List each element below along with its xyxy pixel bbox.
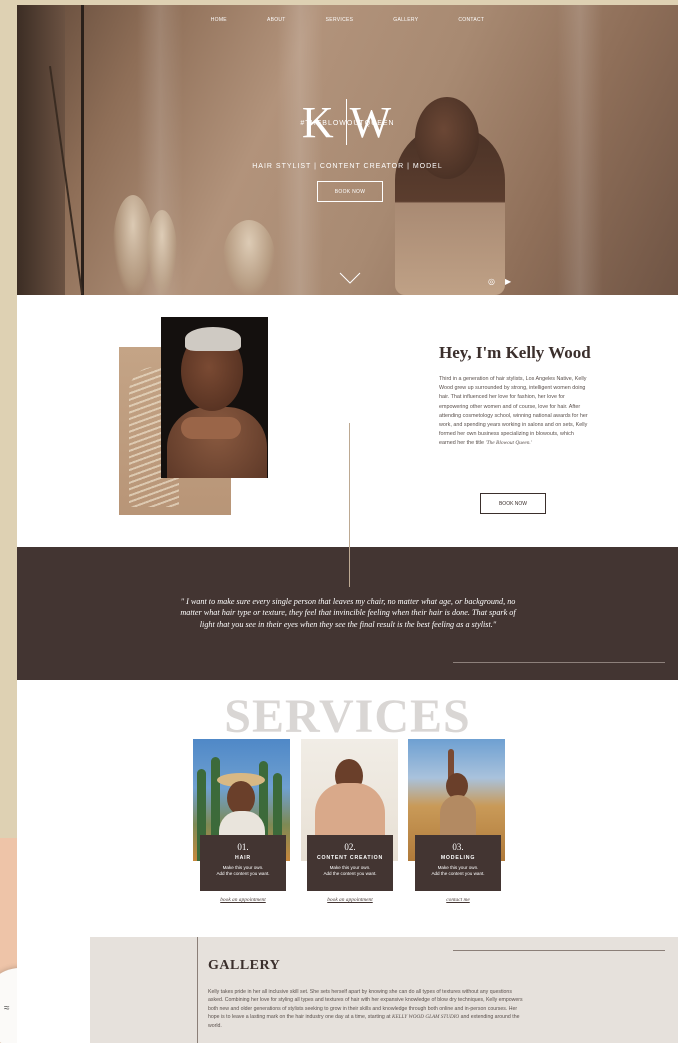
hero-light-stand [81, 5, 84, 295]
about-portrait-photo [161, 317, 268, 478]
book-appointment-link-hair[interactable]: book an appointment [200, 897, 286, 903]
instagram-icon[interactable]: ◎ [488, 278, 495, 286]
hero-tagline: HAIR STYLIST | CONTENT CREATOR | MODEL [252, 163, 443, 170]
stylist-quote: " I want to make sure every single perso… [180, 597, 516, 629]
scroll-down-chevron-icon[interactable] [339, 271, 361, 285]
service-description-line: Make this your own. [329, 865, 371, 870]
youtube-icon[interactable]: ▶ [505, 278, 511, 286]
service-description-line: Add the content you want. [431, 871, 485, 876]
main-nav: HOME ABOUT SERVICES GALLERY CONTACT [17, 17, 678, 23]
gallery-divider-vertical [197, 937, 198, 1043]
nav-contact[interactable]: CONTACT [458, 17, 484, 23]
website-page: HOME ABOUT SERVICES GALLERY CONTACT KW #… [17, 5, 678, 1043]
about-paragraph-text: Third in a generation of hair stylists, … [439, 376, 588, 447]
nav-gallery[interactable]: GALLERY [393, 17, 418, 23]
nav-home[interactable]: HOME [211, 17, 227, 23]
nav-services[interactable]: SERVICES [326, 17, 354, 23]
service-description-line: Add the content you want. [323, 871, 377, 876]
hero-book-now-button[interactable]: BOOK NOW [317, 181, 383, 202]
service-card-hair: 01. HAIR Make this your own. Add the cont… [200, 835, 286, 891]
service-name: CONTENT CREATION [316, 855, 384, 861]
section-divider-line [349, 423, 350, 587]
social-links: ◎ ▶ [488, 278, 511, 286]
logo-hashtag: #THEBLOWOUTQUEEN [300, 120, 395, 127]
contact-me-link[interactable]: contact me [415, 897, 501, 903]
hero-backdrop-fold [557, 5, 603, 295]
service-description: Make this your own. Add the content you w… [307, 865, 393, 877]
service-name: MODELING [440, 855, 476, 861]
hero-section: HOME ABOUT SERVICES GALLERY CONTACT KW #… [17, 5, 678, 295]
service-card-modeling: 03. MODELING Make this your own. Add the … [415, 835, 501, 891]
wifi-icon: ≈ [4, 1003, 10, 1014]
about-paragraph: Third in a generation of hair stylists, … [439, 375, 589, 449]
services-heading: SERVICES [224, 690, 471, 743]
hero-pampas-grass [223, 220, 275, 295]
gallery-paragraph: Kelly takes pride in her all inclusive s… [208, 988, 528, 1030]
quote-divider-line [453, 662, 665, 663]
gallery-divider-horizontal [453, 950, 665, 951]
gallery-studio-name: KELLY WOOD GLAM STUDIO [391, 1014, 460, 1021]
portrait-hair [185, 327, 241, 351]
service-card-content-creation: 02. CONTENT CREATION Make this your own.… [307, 835, 393, 891]
service-description-line: Make this your own. [437, 865, 479, 870]
hero-backdrop-fold [277, 5, 323, 295]
service-number: 02. [344, 842, 356, 852]
nav-about[interactable]: ABOUT [267, 17, 286, 23]
about-title-quote: 'The Blowout Queen.' [485, 440, 532, 447]
service-number: 03. [452, 842, 464, 852]
service-description: Make this your own. Add the content you w… [200, 865, 286, 877]
hero-curtain [17, 5, 65, 295]
service-description-line: Add the content you want. [216, 871, 270, 876]
service-number: 01. [237, 842, 249, 852]
service-name: HAIR [235, 855, 251, 861]
portrait-hand [181, 417, 241, 439]
about-book-now-button[interactable]: BOOK NOW [480, 493, 546, 514]
about-title: Hey, I'm Kelly Wood [439, 343, 591, 362]
service-description: Make this your own. Add the content you w… [415, 865, 501, 877]
book-appointment-link-content[interactable]: book an appointment [307, 897, 393, 903]
service-model-face [227, 781, 255, 815]
hero-pampas-grass [147, 210, 177, 295]
gallery-title: GALLERY [208, 958, 281, 973]
service-description-line: Make this your own. [222, 865, 264, 870]
